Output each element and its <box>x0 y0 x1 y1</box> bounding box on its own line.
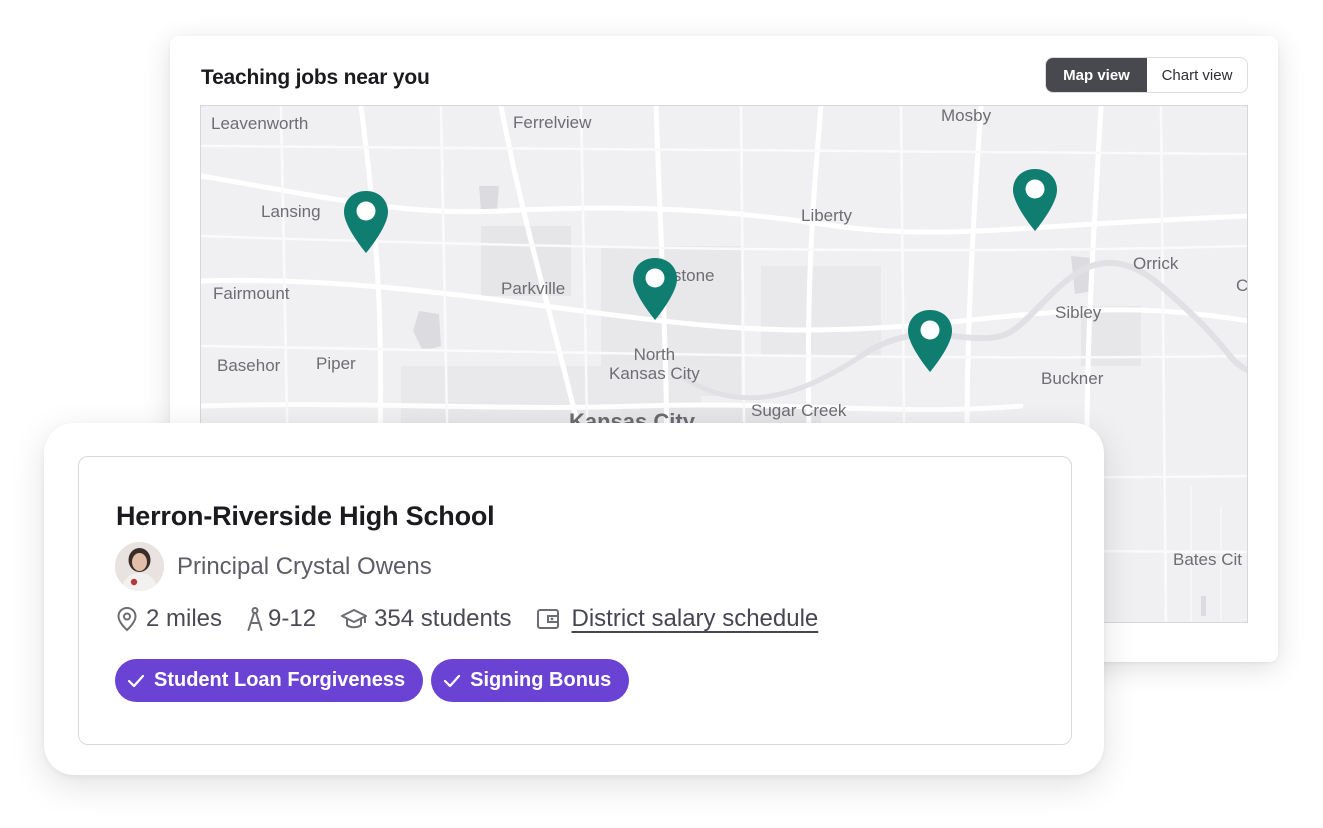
fact-grades: 9-12 <box>246 605 316 633</box>
place-edge-c: C <box>1236 276 1248 295</box>
map-pin-4[interactable] <box>1011 167 1059 233</box>
avatar-portrait-icon <box>115 542 164 591</box>
map-card-title: Teaching jobs near you <box>201 66 430 89</box>
map-view-button[interactable]: Map view <box>1046 58 1147 92</box>
badge-label: Student Loan Forgiveness <box>154 669 406 691</box>
checkmark-icon <box>444 674 461 687</box>
map-pin-1[interactable] <box>342 189 390 255</box>
chart-view-button[interactable]: Chart view <box>1147 58 1247 92</box>
badge-student-loan-forgiveness: Student Loan Forgiveness <box>115 659 424 702</box>
map-pin-3[interactable] <box>906 308 954 374</box>
incentive-badges: Student Loan Forgiveness Signing Bonus <box>115 659 637 702</box>
fact-students: 354 students <box>340 605 512 633</box>
place-sugar-creek: Sugar Creek <box>751 401 847 420</box>
location-pin-icon <box>117 606 137 632</box>
place-piper: Piper <box>316 354 356 373</box>
place-ferrelview: Ferrelview <box>513 113 592 132</box>
place-buckner: Buckner <box>1041 369 1104 388</box>
badge-signing-bonus: Signing Bonus <box>431 659 630 702</box>
place-lansing: Lansing <box>261 202 321 221</box>
place-fairmount: Fairmount <box>213 284 290 303</box>
students-value: 354 students <box>374 605 512 632</box>
place-orrick: Orrick <box>1133 254 1179 273</box>
wallet-icon <box>536 609 559 629</box>
salary-schedule-link[interactable]: District salary schedule <box>572 605 819 633</box>
view-toggle: Map view Chart view <box>1045 57 1248 93</box>
place-leavenworth: Leavenworth <box>211 114 309 133</box>
compass-icon <box>247 607 263 631</box>
place-basehor: Basehor <box>217 356 281 375</box>
checkmark-icon <box>127 674 145 687</box>
fact-salary: District salary schedule <box>536 605 819 633</box>
school-info-panel[interactable]: Herron-Riverside High School Principal C… <box>78 456 1072 745</box>
school-info-card: Herron-Riverside High School Principal C… <box>44 423 1104 775</box>
place-mosby: Mosby <box>941 106 992 125</box>
principal-avatar <box>115 542 164 591</box>
place-bates-city: Bates Cit <box>1173 550 1242 569</box>
fact-distance: 2 miles <box>116 605 222 633</box>
principal-name: Principal Crystal Owens <box>177 553 432 580</box>
place-parkville: Parkville <box>501 279 566 298</box>
place-liberty: Liberty <box>801 206 853 225</box>
place-north-kansas-city: North Kansas City <box>609 345 700 383</box>
badge-label: Signing Bonus <box>470 669 612 691</box>
map-pin-2[interactable] <box>631 256 679 322</box>
distance-value: 2 miles <box>146 605 223 632</box>
grades-value: 9-12 <box>268 605 317 632</box>
school-name: Herron-Riverside High School <box>116 501 495 531</box>
graduation-cap-icon <box>341 609 368 629</box>
school-facts: 2 miles 9-12 354 students District salar… <box>116 603 842 635</box>
stage: Teaching jobs near you Map view Chart vi… <box>0 0 1323 828</box>
place-sibley: Sibley <box>1055 303 1102 322</box>
